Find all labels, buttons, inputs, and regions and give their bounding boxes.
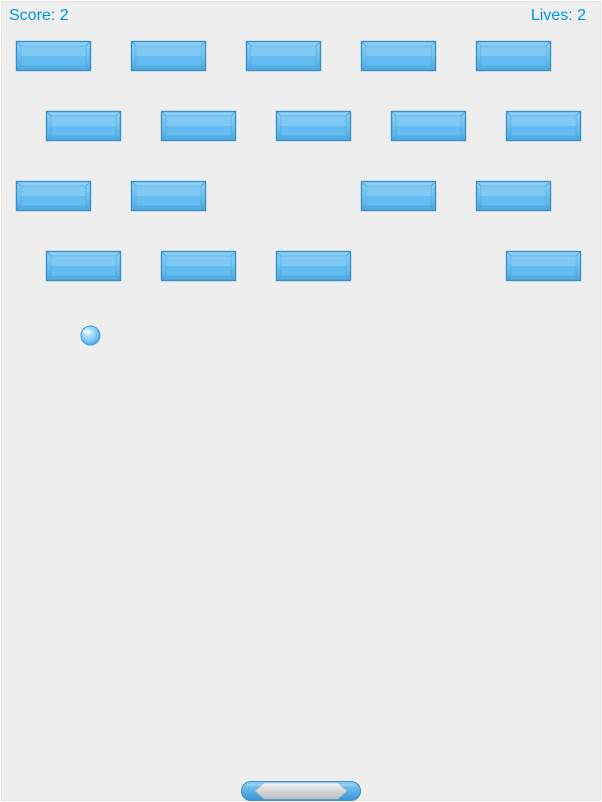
brick-r1-c2 bbox=[130, 40, 207, 72]
brick-r4-c1 bbox=[45, 250, 122, 282]
paddle[interactable] bbox=[241, 781, 361, 801]
brick-r4-c3 bbox=[275, 250, 352, 282]
brick-r2-c1 bbox=[45, 110, 122, 142]
brick-r2-c4 bbox=[390, 110, 467, 142]
brick-r3-c4 bbox=[360, 180, 437, 212]
brick-r1-c4 bbox=[360, 40, 437, 72]
brick-r1-c1 bbox=[15, 40, 92, 72]
brick-r1-c5 bbox=[475, 40, 552, 72]
brick-r4-c5 bbox=[505, 250, 582, 282]
brick-r3-c5 bbox=[475, 180, 552, 212]
brick-r3-c1 bbox=[15, 180, 92, 212]
ball bbox=[80, 325, 101, 346]
brick-r2-c2 bbox=[160, 110, 237, 142]
playfield bbox=[15, 40, 582, 801]
brick-r3-c2 bbox=[130, 180, 207, 212]
game-canvas[interactable]: Score: 2 Lives: 2 bbox=[1, 1, 601, 801]
brick-r4-c2 bbox=[160, 250, 237, 282]
brick-r1-c3 bbox=[245, 40, 322, 72]
brick-r2-c5 bbox=[505, 110, 582, 142]
brick-r2-c3 bbox=[275, 110, 352, 142]
brick-grid bbox=[15, 40, 582, 282]
